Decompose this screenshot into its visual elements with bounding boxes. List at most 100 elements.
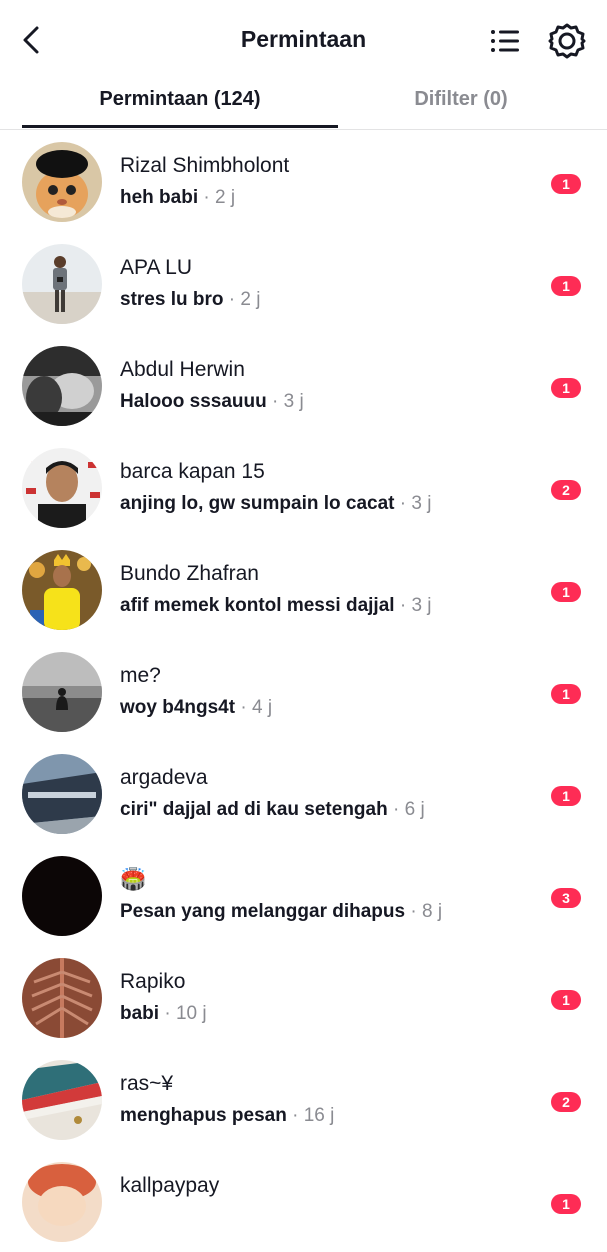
message-text: heh babi: [120, 187, 199, 208]
sender-name: me?: [120, 664, 161, 687]
message-text: Pesan yang melanggar dihapus: [120, 901, 406, 922]
sender-name: 🏟️: [120, 868, 147, 891]
list-icon: [491, 30, 519, 52]
request-row[interactable]: 🏟️ Pesan yang melanggar dihapus · 8 j 3: [0, 844, 607, 946]
unread-badge: 1: [551, 174, 581, 194]
unread-badge: 1: [551, 684, 581, 704]
separator-dot: ·: [393, 799, 405, 820]
message-text: woy b4ngs4t: [120, 697, 236, 718]
message-preview: babi · 10 j: [120, 1003, 207, 1025]
sender-name: kallpaypay: [120, 1174, 220, 1197]
request-row[interactable]: kallpaypay 1: [0, 1150, 607, 1252]
separator-dot: ·: [228, 289, 241, 310]
avatar: [22, 448, 102, 528]
message-preview: stres lu bro · 2 j: [120, 289, 260, 311]
avatar: [22, 652, 102, 732]
sender-name: barca kapan 15: [120, 460, 265, 483]
celebration-avatar-image: [22, 550, 102, 630]
sender-name: Rizal Shimbholont: [120, 154, 290, 177]
separator-dot: ·: [399, 595, 412, 616]
timestamp: 10 j: [175, 1003, 207, 1024]
sender-name: Bundo Zhafran: [120, 562, 259, 585]
separator-dot: ·: [272, 391, 284, 412]
tab-requests[interactable]: Permintaan (124): [22, 88, 338, 128]
message-text: afif memek kontol messi dajjal: [120, 595, 395, 616]
timestamp: 3 j: [411, 493, 432, 514]
timestamp: 4 j: [251, 697, 273, 718]
message-preview: heh babi · 2 j: [120, 187, 235, 209]
unread-badge: 1: [551, 276, 581, 296]
unread-badge: 1: [551, 990, 581, 1010]
separator-dot: ·: [240, 697, 252, 718]
filter-list-button[interactable]: [488, 24, 522, 58]
unread-badge: 1: [551, 1194, 581, 1214]
avatar: [22, 550, 102, 630]
avatar: [22, 346, 102, 426]
request-row[interactable]: Rizal Shimbholont heh babi · 2 j 1: [0, 130, 607, 232]
dark-avatar-image: [22, 856, 102, 936]
separator-dot: ·: [203, 187, 216, 208]
message-text: babi: [120, 1003, 160, 1024]
unread-badge: 2: [551, 480, 581, 500]
avatar: [22, 142, 102, 222]
avatar: [22, 1162, 102, 1242]
separator-dot: ·: [292, 1105, 304, 1126]
separator-dot: ·: [410, 901, 422, 922]
timestamp: 6 j: [404, 799, 425, 820]
unread-badge: 3: [551, 888, 581, 908]
avatar: [22, 856, 102, 936]
message-preview: woy b4ngs4t · 4 j: [120, 697, 272, 719]
avatar: [22, 1060, 102, 1140]
top-bar: Permintaan: [0, 0, 607, 80]
timestamp: 2 j: [240, 289, 261, 310]
unread-badge: 1: [551, 378, 581, 398]
unread-badge: 2: [551, 1092, 581, 1112]
request-row[interactable]: APA LU stres lu bro · 2 j 1: [0, 232, 607, 334]
sender-name: ras~¥: [120, 1072, 174, 1095]
settings-button[interactable]: [548, 22, 586, 60]
building-avatar-image: [22, 754, 102, 834]
sender-name: APA LU: [120, 256, 192, 279]
message-preview: ciri" dajjal ad di kau setengah · 6 j: [120, 799, 425, 821]
message-text: Halooo sssauuu: [120, 391, 267, 412]
unread-badge: 1: [551, 786, 581, 806]
texture-avatar-image: [22, 958, 102, 1038]
avatar: [22, 958, 102, 1038]
message-text: anjing lo, gw sumpain lo cacat: [120, 493, 395, 514]
message-preview: afif memek kontol messi dajjal · 3 j: [120, 595, 432, 617]
sender-name: argadeva: [120, 766, 208, 789]
portrait-avatar-image: [22, 448, 102, 528]
separator-dot: ·: [164, 1003, 176, 1024]
request-row[interactable]: barca kapan 15 anjing lo, gw sumpain lo …: [0, 436, 607, 538]
unread-badge: 1: [551, 582, 581, 602]
request-row[interactable]: me? woy b4ngs4t · 4 j 1: [0, 640, 607, 742]
monochrome-avatar-image: [22, 346, 102, 426]
timestamp: 8 j: [421, 901, 443, 922]
tab-filtered[interactable]: Difilter (0): [338, 88, 584, 128]
cat-avatar-image: [22, 142, 102, 222]
flag-avatar-image: [22, 1060, 102, 1140]
message-preview: Halooo sssauuu · 3 j: [120, 391, 304, 413]
timestamp: 3 j: [411, 595, 432, 616]
request-row[interactable]: Abdul Herwin Halooo sssauuu · 3 j 1: [0, 334, 607, 436]
tab-bar: Permintaan (124) Difilter (0): [0, 80, 607, 130]
timestamp: 16 j: [303, 1105, 335, 1126]
avatar: [22, 754, 102, 834]
message-text: ciri" dajjal ad di kau setengah: [120, 799, 388, 820]
request-row[interactable]: Bundo Zhafran afif memek kontol messi da…: [0, 538, 607, 640]
beach-avatar-image: [22, 244, 102, 324]
message-text: menghapus pesan: [120, 1105, 287, 1126]
sender-name: Rapiko: [120, 970, 186, 993]
message-preview: Pesan yang melanggar dihapus · 8 j: [120, 901, 442, 923]
message-request-list: Rizal Shimbholont heh babi · 2 j 1 APA L…: [0, 130, 607, 1252]
timestamp: 2 j: [215, 187, 236, 208]
request-row[interactable]: Rapiko babi · 10 j 1: [0, 946, 607, 1048]
avatar: [22, 244, 102, 324]
request-row[interactable]: argadeva ciri" dajjal ad di kau setengah…: [0, 742, 607, 844]
request-row[interactable]: ras~¥ menghapus pesan · 16 j 2: [0, 1048, 607, 1150]
cartoon-avatar-image: [22, 1162, 102, 1242]
message-preview: anjing lo, gw sumpain lo cacat · 3 j: [120, 493, 431, 515]
active-tab-indicator: [22, 125, 338, 128]
message-text: stres lu bro: [120, 289, 224, 310]
message-preview: menghapus pesan · 16 j: [120, 1105, 334, 1127]
